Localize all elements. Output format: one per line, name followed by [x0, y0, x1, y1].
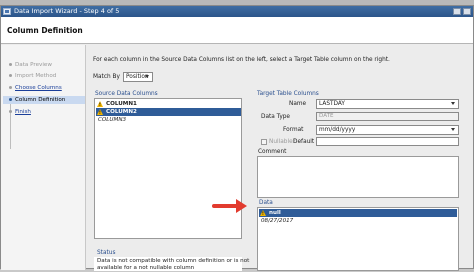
- list-item[interactable]: COLUMN1: [96, 100, 241, 109]
- list-item[interactable]: COLUMN2: [96, 108, 241, 117]
- list-item[interactable]: COLUMN3: [96, 116, 241, 124]
- default-input[interactable]: [316, 137, 459, 146]
- red-callout-arrow: [212, 204, 238, 208]
- data-type-field: DATE: [316, 112, 459, 121]
- step-dot-icon: [9, 63, 12, 66]
- match-by-label: Match By: [93, 74, 120, 80]
- default-label: Default: [293, 139, 315, 145]
- step-dot-icon: [9, 98, 12, 101]
- data-type-value: DATE: [319, 113, 334, 119]
- step-connector-line: [10, 97, 11, 149]
- match-by-select[interactable]: Position: [123, 72, 153, 82]
- warning-icon: [97, 101, 103, 109]
- intro-text: For each column in the Source Data Colum…: [93, 57, 390, 63]
- comment-label: Comment: [258, 149, 287, 155]
- dropdown-arrow-icon: [450, 127, 457, 133]
- list-item-label: COLUMN1: [106, 101, 137, 107]
- close-button[interactable]: [463, 8, 471, 15]
- step-dot-icon: [9, 74, 12, 77]
- step-label: Data Preview: [15, 62, 52, 68]
- format-label: Format: [283, 127, 304, 133]
- red-callout-arrow-head: [236, 199, 247, 213]
- data-title: Data: [259, 200, 273, 206]
- target-columns-title: Target Table Columns: [257, 91, 319, 97]
- status-title: Status: [97, 250, 116, 256]
- name-value: LASTDAY: [319, 101, 345, 107]
- list-item-label: 08/27/2017: [261, 218, 294, 224]
- nullable-label: Nullable?: [269, 139, 296, 145]
- warning-icon: [260, 210, 266, 218]
- step-column-definition[interactable]: Column Definition: [3, 96, 85, 104]
- source-columns-list[interactable]: COLUMN1 COLUMN2 COLUMN3: [94, 98, 242, 239]
- header: Column Definition: [1, 17, 473, 44]
- data-type-label: Data Type: [261, 114, 290, 120]
- step-finish[interactable]: Finish: [9, 108, 31, 116]
- wizard-icon: [3, 8, 11, 15]
- name-select[interactable]: LASTDAY: [316, 99, 459, 109]
- step-dot-icon: [9, 110, 12, 113]
- format-value: mm/dd/yyyy: [319, 127, 356, 133]
- name-label: Name: [289, 101, 307, 107]
- step-choose-columns[interactable]: Choose Columns: [9, 84, 62, 92]
- step-data-preview: Data Preview: [9, 61, 52, 69]
- minimize-button[interactable]: [453, 8, 461, 15]
- step-label: Choose Columns: [15, 85, 62, 91]
- step-label: Finish: [15, 109, 31, 115]
- data-list[interactable]: null 08/27/2017: [257, 207, 459, 271]
- step-import-method: Import Method: [9, 72, 56, 80]
- step-label: Column Definition: [15, 97, 66, 103]
- comment-textarea[interactable]: [257, 156, 459, 198]
- title-bar: Data Import Wizard - Step 4 of 5: [1, 6, 473, 17]
- data-import-wizard-window: Data Import Wizard - Step 4 of 5 Column …: [0, 5, 474, 271]
- nullable-checkbox[interactable]: [261, 139, 267, 145]
- window-title: Data Import Wizard - Step 4 of 5: [14, 7, 120, 15]
- list-item-label: null: [269, 210, 281, 216]
- dropdown-arrow-icon: [450, 101, 457, 107]
- list-item[interactable]: null: [259, 209, 457, 218]
- main-panel: For each column in the Source Data Colum…: [87, 45, 473, 271]
- warning-icon: [97, 109, 103, 117]
- status-line-1: Data is not compatible with column defin…: [97, 258, 250, 264]
- list-item[interactable]: 08/27/2017: [259, 217, 404, 225]
- format-select[interactable]: mm/dd/yyyy: [316, 125, 459, 135]
- list-item-label: COLUMN3: [98, 117, 127, 123]
- step-label: Import Method: [15, 73, 57, 79]
- dropdown-arrow-icon: [144, 74, 151, 80]
- wizard-steps-nav: Data Preview Import Method Choose Column…: [1, 45, 86, 270]
- step-dot-icon: [9, 86, 12, 89]
- source-columns-title: Source Data Columns: [95, 91, 158, 97]
- list-item-label: COLUMN2: [106, 109, 137, 115]
- page-title: Column Definition: [7, 26, 83, 35]
